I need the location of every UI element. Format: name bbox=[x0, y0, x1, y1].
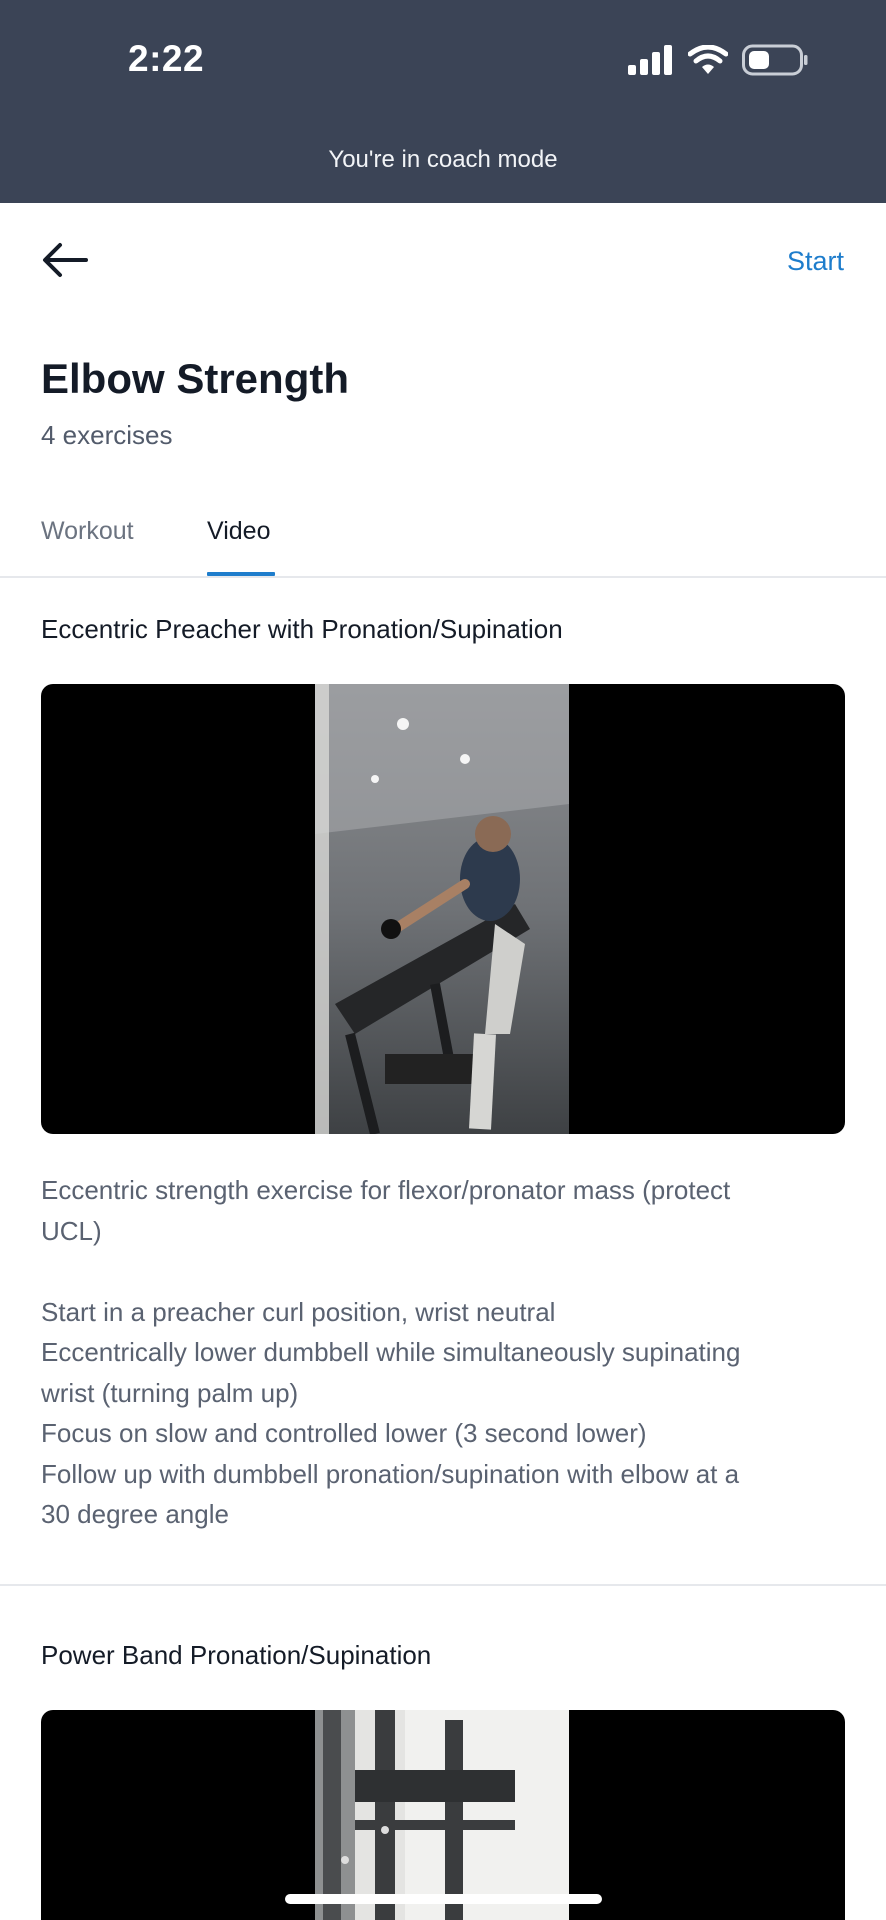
exercise-title: Power Band Pronation/Supination bbox=[41, 1640, 432, 1670]
coach-mode-banner: 2:22 You're in coach mode bbox=[0, 0, 886, 203]
tab-bar: Workout Video bbox=[0, 504, 886, 578]
coach-mode-text: You're in coach mode bbox=[328, 146, 558, 173]
video-thumbnail bbox=[315, 1710, 569, 1920]
description-line: UCL) bbox=[41, 1215, 102, 1246]
start-button[interactable]: Start bbox=[787, 246, 844, 277]
video-thumbnail bbox=[315, 684, 569, 1134]
exercise-video[interactable] bbox=[41, 684, 845, 1134]
description-line: Start in a preacher curl position, wrist… bbox=[41, 1296, 556, 1327]
description-line: 30 degree angle bbox=[41, 1499, 229, 1529]
tab-workout[interactable]: Workout bbox=[41, 517, 134, 546]
wifi-icon bbox=[688, 45, 728, 74]
active-tab-indicator bbox=[207, 572, 275, 576]
description-line: Focus on slow and controlled lower (3 se… bbox=[41, 1418, 647, 1448]
status-time: 2:22 bbox=[128, 38, 205, 79]
description-line: wrist (turning palm up) bbox=[41, 1377, 299, 1408]
signal-icon bbox=[628, 45, 672, 75]
exercise-video[interactable] bbox=[41, 1710, 845, 1920]
battery-icon bbox=[742, 44, 808, 76]
exercise-count: 4 exercises bbox=[41, 420, 173, 450]
description-line: Follow up with dumbbell pronation/supina… bbox=[41, 1458, 740, 1489]
tab-video[interactable]: Video bbox=[207, 517, 271, 546]
workout-title: Elbow Strength bbox=[41, 355, 349, 402]
nav-bar: Start bbox=[0, 203, 886, 319]
screen: 2:22 You're in coach mode Start Elbow St… bbox=[0, 0, 886, 1920]
section-divider bbox=[0, 1584, 886, 1586]
status-icons bbox=[628, 44, 808, 76]
description-line: Eccentric strength exercise for flexor/p… bbox=[41, 1175, 731, 1205]
description-line: Eccentrically lower dumbbell while simul… bbox=[41, 1337, 741, 1367]
back-button[interactable] bbox=[40, 240, 90, 280]
exercise-title: Eccentric Preacher with Pronation/Supina… bbox=[41, 614, 563, 644]
home-indicator bbox=[285, 1894, 602, 1904]
arrow-left-icon bbox=[43, 243, 88, 277]
description-line bbox=[41, 1251, 841, 1292]
exercise-description: Eccentric strength exercise for flexor/p… bbox=[41, 1170, 841, 1535]
